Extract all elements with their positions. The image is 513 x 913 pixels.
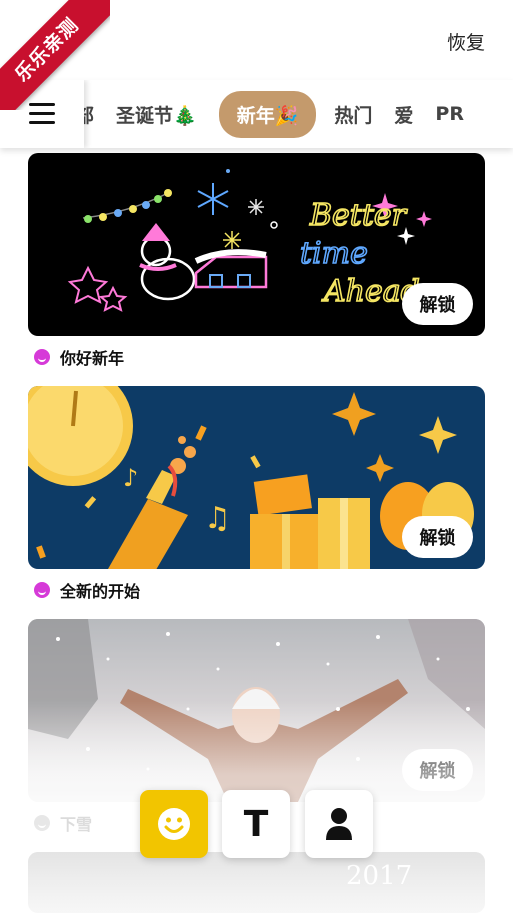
person-icon [326,808,352,840]
smiley-icon [34,815,50,831]
tab-love[interactable]: 爱 [394,93,413,136]
text-icon: T [243,803,269,845]
unlock-button[interactable]: 解锁 [402,749,473,791]
tab-hot[interactable]: 热门 [334,93,372,136]
card-caption: 全新的开始 [34,578,140,602]
category-tabs: 全部 圣诞节🎄 新年🎉 热门 爱 PR [56,80,486,148]
card-title: 你好新年 [60,349,125,368]
card-caption: 下雪 [34,811,92,835]
card-2017-illustration: 2017 [28,852,485,913]
card-caption: 你好新年 [34,345,124,369]
template-card-fresh-start[interactable]: ♫ ♪ 解锁 [28,386,485,569]
smiley-icon [34,582,50,598]
unlock-button[interactable]: 解锁 [402,283,473,325]
template-card-snowing[interactable]: 解锁 [28,619,485,802]
person-tab-button[interactable] [305,790,373,858]
svg-text:♫: ♫ [204,501,231,536]
smiley-icon [158,808,190,840]
tab-pr[interactable]: PR [435,95,464,133]
emoji-tab-button[interactable] [140,790,208,858]
smiley-icon [34,349,50,365]
svg-text:♪: ♪ [123,464,138,492]
watermark-text: 乐乐亲测 [0,0,110,110]
art-text-time: time [300,236,368,271]
watermark-ribbon: 乐乐亲测 [0,0,110,110]
tab-new-year[interactable]: 新年🎉 [218,90,317,138]
text-tab-button[interactable]: T [222,790,290,858]
template-card-hello-new-year[interactable]: Better time Ahead 解锁 [28,153,485,336]
art-text-better: Better [309,198,408,233]
tab-christmas[interactable]: 圣诞节🎄 [116,93,197,136]
unlock-button[interactable]: 解锁 [402,516,473,558]
card-title: 下雪 [60,815,93,834]
restore-button[interactable]: 恢复 [447,28,485,55]
card-title: 全新的开始 [60,582,141,601]
template-card-2017[interactable]: 2017 [28,852,485,913]
